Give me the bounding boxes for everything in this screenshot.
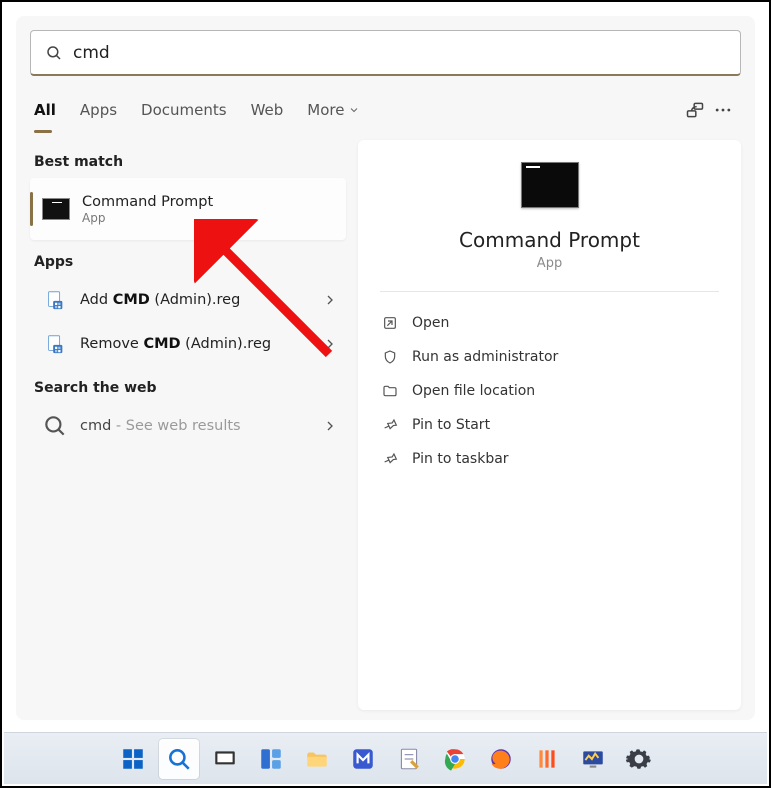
taskbar-taskview[interactable] xyxy=(205,739,245,779)
pin-icon xyxy=(382,417,398,433)
detail-subtitle: App xyxy=(537,256,562,271)
taskbar xyxy=(4,732,767,784)
tab-more[interactable]: More xyxy=(307,95,360,125)
chevron-right-icon xyxy=(322,418,338,434)
search-box[interactable] xyxy=(30,30,741,76)
regfile-icon xyxy=(42,331,68,357)
command-prompt-icon xyxy=(521,162,579,208)
tab-more-label: More xyxy=(307,101,344,119)
heading-apps: Apps xyxy=(34,254,346,270)
taskbar-chrome[interactable] xyxy=(435,739,475,779)
taskbar-firefox[interactable] xyxy=(481,739,521,779)
result-title: Command Prompt xyxy=(82,193,338,211)
result-best-command-prompt[interactable]: Command Prompt App xyxy=(30,178,346,240)
heading-best-match: Best match xyxy=(34,154,346,170)
action-pin-start[interactable]: Pin to Start xyxy=(380,408,719,442)
command-prompt-icon xyxy=(42,198,70,220)
result-web-cmd[interactable]: cmd - See web results xyxy=(30,404,346,448)
action-label: Open xyxy=(412,315,449,331)
search-icon xyxy=(45,44,63,62)
taskbar-widgets[interactable] xyxy=(251,739,291,779)
search-input[interactable] xyxy=(73,43,726,63)
pin-icon xyxy=(382,451,398,467)
results-column: Best match Command Prompt App Apps Add C… xyxy=(30,140,358,710)
action-label: Open file location xyxy=(412,383,535,399)
action-pin-taskbar[interactable]: Pin to taskbar xyxy=(380,442,719,476)
action-open-location[interactable]: Open file location xyxy=(380,374,719,408)
result-title: cmd - See web results xyxy=(80,417,322,435)
tab-apps[interactable]: Apps xyxy=(80,95,117,125)
result-title: Add CMD (Admin).reg xyxy=(80,291,322,309)
action-label: Pin to Start xyxy=(412,417,490,433)
result-subtitle: App xyxy=(82,211,338,225)
detail-pane: Command Prompt App Open Run as administr… xyxy=(358,140,741,710)
taskbar-start[interactable] xyxy=(113,739,153,779)
taskbar-explorer[interactable] xyxy=(297,739,337,779)
chevron-right-icon xyxy=(322,292,338,308)
taskbar-app-lines[interactable] xyxy=(527,739,567,779)
taskbar-app-m[interactable] xyxy=(343,739,383,779)
regfile-icon xyxy=(42,287,68,313)
tab-all[interactable]: All xyxy=(34,95,56,125)
taskbar-settings[interactable] xyxy=(619,739,659,779)
start-search-panel: All Apps Documents Web More Best match C… xyxy=(16,16,755,720)
action-label: Run as administrator xyxy=(412,349,558,365)
more-options-button[interactable] xyxy=(709,96,737,124)
result-app-remove-cmd-reg[interactable]: Remove CMD (Admin).reg xyxy=(30,322,346,366)
action-run-admin[interactable]: Run as administrator xyxy=(380,340,719,374)
tab-documents[interactable]: Documents xyxy=(141,95,227,125)
result-app-add-cmd-reg[interactable]: Add CMD (Admin).reg xyxy=(30,278,346,322)
heading-search-web: Search the web xyxy=(34,380,346,396)
taskbar-notepad[interactable] xyxy=(389,739,429,779)
action-label: Pin to taskbar xyxy=(412,451,509,467)
taskbar-app-monitor[interactable] xyxy=(573,739,613,779)
chevron-right-icon xyxy=(322,336,338,352)
open-icon xyxy=(382,315,398,331)
shield-icon xyxy=(382,349,398,365)
detail-title: Command Prompt xyxy=(459,228,640,252)
taskbar-search[interactable] xyxy=(159,739,199,779)
action-open[interactable]: Open xyxy=(380,306,719,340)
tab-web[interactable]: Web xyxy=(251,95,284,125)
folder-icon xyxy=(382,383,398,399)
filter-tabs: All Apps Documents Web More xyxy=(34,90,737,130)
search-across-devices-button[interactable] xyxy=(681,96,709,124)
chevron-down-icon xyxy=(348,104,360,116)
search-icon xyxy=(42,413,68,439)
result-title: Remove CMD (Admin).reg xyxy=(80,335,322,353)
